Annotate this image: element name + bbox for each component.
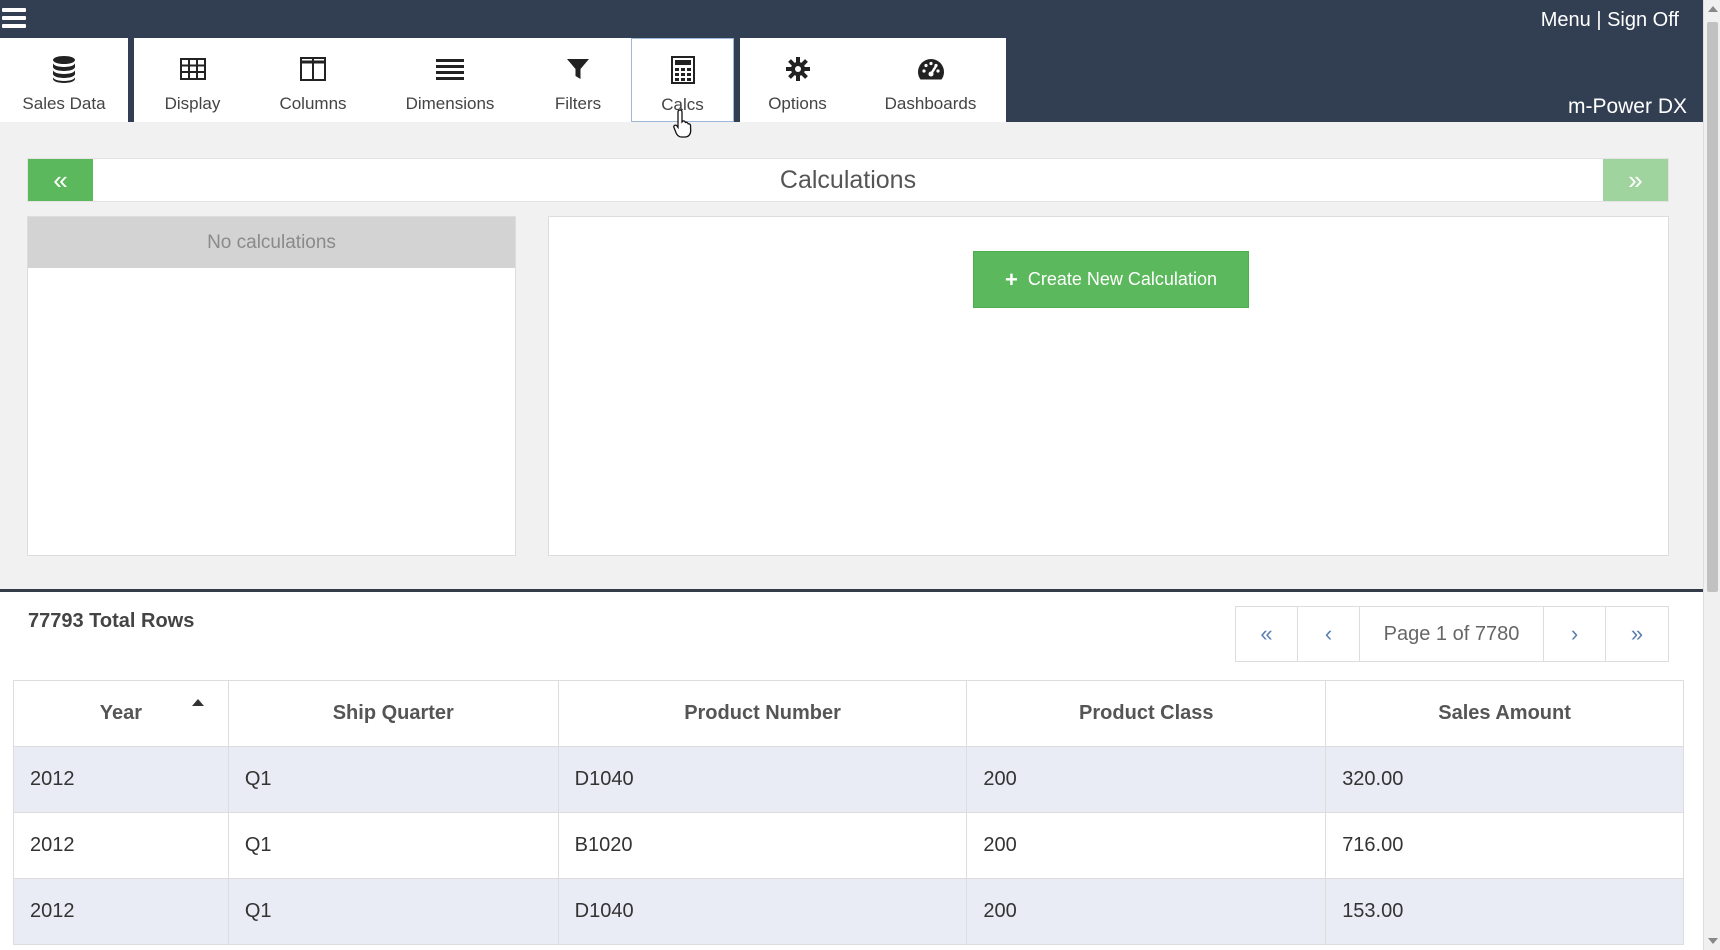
tab-label: Dimensions bbox=[405, 94, 495, 113]
calculator-icon bbox=[670, 55, 695, 85]
table-cell: 2012 bbox=[13, 812, 229, 879]
gauge-icon bbox=[916, 54, 946, 84]
table-cell: D1040 bbox=[557, 878, 968, 945]
tab-label: Display bbox=[164, 94, 221, 113]
hamburger-menu-icon[interactable] bbox=[2, 8, 26, 30]
table-row[interactable]: 2012 Q1 D1040 200 153.00 bbox=[13, 878, 1684, 945]
total-rows-count: 77793 Total Rows bbox=[28, 610, 195, 632]
filter-funnel-icon bbox=[567, 54, 589, 84]
column-header-label: Year bbox=[99, 702, 143, 724]
table-cell: Q1 bbox=[227, 746, 559, 813]
table-row[interactable]: 2012 Q1 D1040 200 320.00 bbox=[13, 746, 1684, 813]
tab-dashboards[interactable]: Dashboards bbox=[855, 38, 1006, 122]
table-cell: D1040 bbox=[557, 746, 968, 813]
plus-icon: + bbox=[1005, 266, 1018, 292]
next-page-button[interactable]: › bbox=[1544, 607, 1606, 661]
table-cell: 716.00 bbox=[1325, 812, 1684, 879]
column-header-ship-quarter[interactable]: Ship Quarter bbox=[227, 680, 559, 747]
column-header-year[interactable]: Year bbox=[13, 680, 229, 747]
first-page-button[interactable]: « bbox=[1236, 607, 1298, 661]
last-page-button[interactable]: » bbox=[1606, 607, 1668, 661]
page-indicator: Page 1 of 7780 bbox=[1360, 607, 1544, 661]
tab-label: Columns bbox=[279, 94, 347, 113]
menu-link[interactable]: Menu bbox=[1541, 9, 1591, 31]
create-new-calculation-button[interactable]: + Create New Calculation bbox=[973, 251, 1249, 308]
table-cell: 153.00 bbox=[1325, 878, 1684, 945]
tab-label: Options bbox=[768, 94, 827, 113]
top-links: Menu | Sign Off bbox=[1541, 9, 1679, 32]
tab-columns[interactable]: Columns bbox=[251, 38, 375, 122]
link-separator: | bbox=[1596, 9, 1602, 31]
create-button-label: Create New Calculation bbox=[1027, 269, 1217, 289]
calculations-title: Calculations bbox=[779, 166, 917, 194]
data-table: Year Ship Quarter Product Number Product… bbox=[13, 680, 1684, 945]
table-cell: 200 bbox=[966, 812, 1327, 879]
column-header-product-number[interactable]: Product Number bbox=[557, 680, 968, 747]
scroll-thumb[interactable] bbox=[1707, 22, 1718, 592]
gear-icon bbox=[785, 54, 810, 84]
previous-page-button[interactable]: ‹ bbox=[1298, 607, 1360, 661]
column-header-product-class[interactable]: Product Class bbox=[966, 680, 1327, 747]
tab-label: Dashboards bbox=[884, 94, 977, 113]
table-cell: 2012 bbox=[13, 878, 229, 945]
database-icon bbox=[52, 54, 76, 84]
list-lines-icon bbox=[436, 54, 464, 84]
table-cell: 200 bbox=[966, 878, 1327, 945]
table-row[interactable]: 2012 Q1 B1020 200 716.00 bbox=[13, 812, 1684, 879]
pagination: « ‹ Page 1 of 7780 › » bbox=[1235, 606, 1669, 662]
calculations-panel: « Calculations » No calculations + Creat… bbox=[0, 122, 1703, 592]
vertical-scrollbar[interactable] bbox=[1703, 0, 1720, 950]
calculations-header: « Calculations » bbox=[27, 158, 1669, 202]
scroll-down-arrow-icon[interactable] bbox=[1708, 938, 1718, 944]
table-cell: B1020 bbox=[557, 812, 968, 879]
table-cell: 200 bbox=[966, 746, 1327, 813]
table-header-row: Year Ship Quarter Product Number Product… bbox=[13, 680, 1684, 747]
column-header-sales-amount[interactable]: Sales Amount bbox=[1325, 680, 1684, 747]
tab-dimensions[interactable]: Dimensions bbox=[375, 38, 525, 122]
calculations-empty-text: No calculations bbox=[28, 217, 515, 268]
brand-name: m-Power DX bbox=[1567, 95, 1687, 118]
columns-icon bbox=[300, 54, 326, 84]
top-navbar: Menu | Sign Off m-Power DX Sales Data Di… bbox=[0, 0, 1703, 122]
tab-display[interactable]: Display bbox=[134, 38, 251, 122]
toolbar-tabs: Sales Data Display Columns Dimensions Fi… bbox=[0, 38, 1006, 122]
tab-sales-data[interactable]: Sales Data bbox=[0, 38, 128, 122]
table-cell: Q1 bbox=[227, 812, 559, 879]
hand-pointer-cursor-icon bbox=[673, 109, 692, 138]
tab-label: Sales Data bbox=[22, 94, 106, 113]
calculations-list: No calculations bbox=[27, 216, 516, 556]
tab-options[interactable]: Options bbox=[740, 38, 855, 122]
table-cell: Q1 bbox=[227, 878, 559, 945]
tab-filters[interactable]: Filters bbox=[525, 38, 631, 122]
next-section-button[interactable]: » bbox=[1603, 159, 1668, 201]
sort-ascending-icon bbox=[191, 699, 204, 706]
sign-off-link[interactable]: Sign Off bbox=[1607, 9, 1679, 31]
table-grid-icon bbox=[179, 54, 206, 84]
table-cell: 2012 bbox=[13, 746, 229, 813]
calculation-editor: + Create New Calculation bbox=[548, 216, 1669, 556]
scroll-up-arrow-icon[interactable] bbox=[1708, 6, 1718, 12]
tab-label: Filters bbox=[554, 94, 602, 113]
previous-section-button[interactable]: « bbox=[28, 159, 93, 201]
table-cell: 320.00 bbox=[1325, 746, 1684, 813]
